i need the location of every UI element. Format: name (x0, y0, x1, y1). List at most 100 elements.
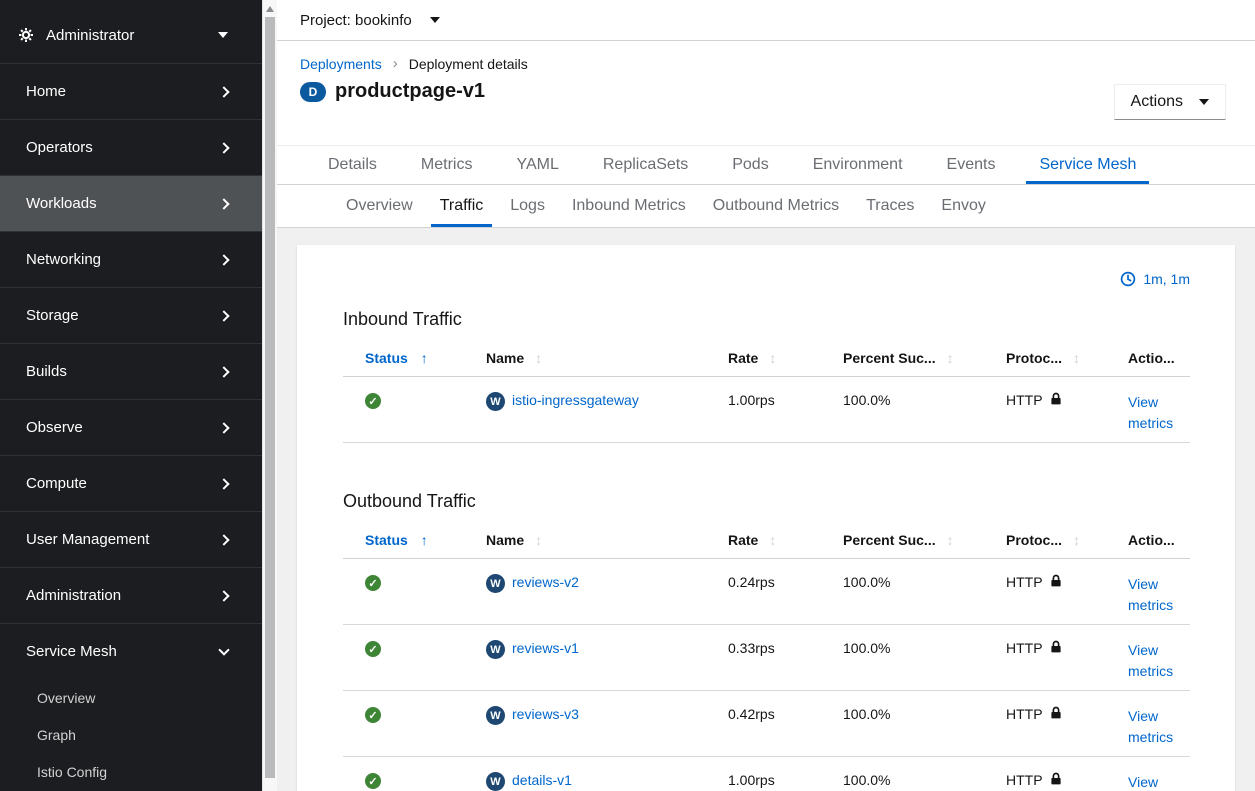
name-cell: Wreviews-v2 (464, 559, 706, 624)
project-selector[interactable]: Project: bookinfo (300, 12, 440, 29)
lock-icon (1050, 640, 1062, 654)
status-cell: ✓ (343, 757, 464, 791)
sidebar-subitem-graph[interactable]: Graph (0, 716, 262, 753)
tab-details[interactable]: Details (315, 146, 390, 184)
actions-cell: View metrics (1106, 377, 1190, 442)
sidebar-item-builds[interactable]: Builds (0, 343, 262, 399)
workload-badge: W (486, 392, 505, 411)
percent-success-cell: 100.0% (821, 691, 984, 756)
table-row: ✓Wistio-ingressgateway1.00rps100.0%HTTPV… (343, 377, 1190, 443)
sidebar-item-observe[interactable]: Observe (0, 399, 262, 455)
tab-metrics[interactable]: Metrics (408, 146, 486, 184)
sidebar-item-home[interactable]: Home (0, 63, 262, 119)
subtab-traces[interactable]: Traces (857, 185, 923, 227)
name-cell: Wdetails-v1 (464, 757, 706, 791)
column-header-status[interactable]: Status↑ (343, 524, 464, 558)
outbound-traffic-section: Outbound Traffic Status↑Name↕Rate↕Percen… (343, 491, 1190, 791)
workload-link[interactable]: istio-ingressgateway (512, 392, 639, 408)
page-header: Deployments › Deployment details D produ… (277, 41, 1255, 145)
breadcrumb-deployments-link[interactable]: Deployments (300, 56, 382, 72)
sidebar-item-label: User Management (26, 531, 220, 548)
view-metrics-link[interactable]: View metrics (1128, 574, 1182, 616)
sidebar-item-networking[interactable]: Networking (0, 231, 262, 287)
sidebar-item-operators[interactable]: Operators (0, 119, 262, 175)
column-header-protoc[interactable]: Protoc... ↕ (984, 342, 1106, 376)
column-header-status[interactable]: Status↑ (343, 342, 464, 376)
subtab-overview[interactable]: Overview (337, 185, 422, 227)
tab-environment[interactable]: Environment (800, 146, 916, 184)
sidebar-item-compute[interactable]: Compute (0, 455, 262, 511)
column-header-rate[interactable]: Rate↕ (706, 524, 821, 558)
actions-button[interactable]: Actions (1114, 84, 1226, 120)
view-metrics-link[interactable]: View metrics (1128, 772, 1182, 791)
view-metrics-link[interactable]: View metrics (1128, 706, 1182, 748)
clock-icon (1120, 271, 1136, 287)
status-cell: ✓ (343, 625, 464, 690)
percent-success-cell: 100.0% (821, 757, 984, 791)
subtab-outbound-metrics[interactable]: Outbound Metrics (704, 185, 848, 227)
view-metrics-link[interactable]: View metrics (1128, 640, 1182, 682)
console-app: Administrator Home Operators WorkloadsNetw… (0, 0, 1255, 791)
name-cell: Wreviews-v1 (464, 625, 706, 690)
sortable-icon: ↕ (769, 350, 776, 366)
workload-link[interactable]: reviews-v3 (512, 706, 579, 722)
chevron-right-icon (218, 422, 229, 433)
subtab-envoy[interactable]: Envoy (932, 185, 994, 227)
protocol-cell: HTTP (984, 691, 1106, 756)
sidebar-item-label: Home (26, 83, 220, 100)
column-header-rate[interactable]: Rate↕ (706, 342, 821, 376)
workload-link[interactable]: reviews-v1 (512, 640, 579, 656)
sidebar-item-storage[interactable]: Storage (0, 287, 262, 343)
table-row: ✓Wdetails-v11.00rps100.0%HTTPView metric… (343, 757, 1190, 791)
column-header-percent-suc[interactable]: Percent Suc...↕ (821, 342, 984, 376)
tab-events[interactable]: Events (934, 146, 1009, 184)
table-row: ✓Wreviews-v30.42rps100.0%HTTPView metric… (343, 691, 1190, 757)
caret-down-icon (218, 32, 228, 38)
sidebar-item-label: Administration (26, 587, 220, 604)
sidebar-item-workloads[interactable]: Workloads (0, 175, 262, 231)
percent-success-cell: 100.0% (821, 559, 984, 624)
healthy-status-icon: ✓ (365, 707, 381, 723)
perspective-switcher[interactable]: Administrator (0, 7, 262, 63)
content-area: 1m, 1m Inbound Traffic Status↑Name↕Rate↕… (277, 228, 1255, 791)
sidebar-item-administration[interactable]: Administration (0, 567, 262, 623)
sidebar-item-label: Operators (26, 139, 220, 156)
sidebar-scrollbar[interactable] (262, 0, 277, 791)
workload-link[interactable]: details-v1 (512, 772, 572, 788)
main-area: Project: bookinfo Deployments › Deployme… (277, 0, 1255, 791)
sort-ascending-icon: ↑ (421, 532, 428, 548)
inbound-traffic-section: Inbound Traffic Status↑Name↕Rate↕Percent… (343, 309, 1190, 443)
rate-cell: 1.00rps (706, 377, 821, 442)
tab-pods[interactable]: Pods (719, 146, 781, 184)
sidebar-item-service-mesh[interactable]: Service Mesh (0, 623, 262, 679)
tab-service-mesh[interactable]: Service Mesh (1026, 146, 1149, 184)
chevron-right-icon (218, 86, 229, 97)
subtab-traffic[interactable]: Traffic (431, 185, 493, 227)
name-cell: Wreviews-v3 (464, 691, 706, 756)
tab-replicasets[interactable]: ReplicaSets (590, 146, 701, 184)
column-header-name[interactable]: Name↕ (464, 342, 706, 376)
column-header-percent-suc[interactable]: Percent Suc...↕ (821, 524, 984, 558)
chevron-right-icon (218, 366, 229, 377)
main-tabs: Details Metrics YAML ReplicaSets Pods Environ… (277, 145, 1255, 185)
workload-link[interactable]: reviews-v2 (512, 574, 579, 590)
sortable-icon: ↕ (1073, 350, 1080, 366)
percent-success-value: 100.0% (843, 772, 890, 788)
view-metrics-link[interactable]: View metrics (1128, 392, 1182, 434)
subtab-logs[interactable]: Logs (501, 185, 554, 227)
column-header-label: Protoc... (1006, 350, 1062, 366)
protocol-value: HTTP (1006, 706, 1043, 722)
sidebar-item-user-management[interactable]: User Management (0, 511, 262, 567)
healthy-status-icon: ✓ (365, 575, 381, 591)
column-header-name[interactable]: Name↕ (464, 524, 706, 558)
scrollbar-up-arrow-icon[interactable] (266, 6, 274, 12)
sidebar-subitem-istio-config[interactable]: Istio Config (0, 753, 262, 790)
sidebar-subitem-overview[interactable]: Overview (0, 679, 262, 716)
tab-yaml[interactable]: YAML (503, 146, 571, 184)
subtab-inbound-metrics[interactable]: Inbound Metrics (563, 185, 695, 227)
column-header-protoc[interactable]: Protoc...↕ (984, 524, 1106, 558)
percent-success-value: 100.0% (843, 640, 890, 656)
time-duration-control[interactable]: 1m, 1m (343, 271, 1190, 287)
scrollbar-thumb[interactable] (265, 17, 275, 778)
percent-success-value: 100.0% (843, 574, 890, 590)
